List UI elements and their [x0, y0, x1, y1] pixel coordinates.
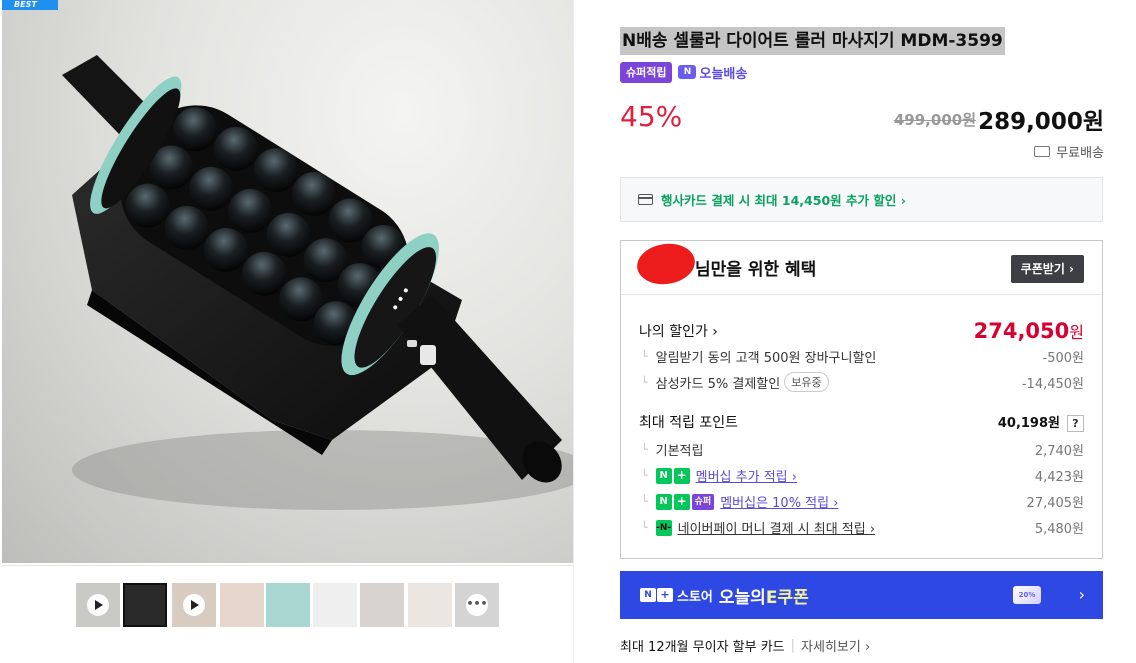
thumbnail-image-selected[interactable]	[123, 583, 167, 627]
plus-icon: +	[673, 467, 690, 484]
discount-row: └ 알림받기 동의 고객 500원 장바구니할인 -500원	[641, 350, 1084, 366]
naverpay-money-link[interactable]: 네이버페이 머니 결제 시 최대 적립 ›	[678, 518, 875, 537]
shipping-label: 무료배송	[1056, 146, 1104, 161]
original-price: 499,000원	[893, 111, 976, 129]
membership-10-link[interactable]: 멤버십은 10% 적립 ›	[720, 492, 838, 511]
discount-row: └ 삼성카드 5% 결제할인 보유중 -14,450원	[639, 372, 1084, 392]
thumbnail-more[interactable]: •••	[455, 583, 499, 627]
tree-branch-icon: └	[641, 350, 648, 363]
point-row: └ -N- 네이버페이 머니 결제 시 최대 적립 › 5,480원	[639, 518, 1084, 537]
sale-price: 289,000원	[978, 102, 1104, 136]
chevron-right-icon: ›	[1078, 585, 1085, 604]
main-product-image[interactable]: BEST	[2, 0, 573, 563]
point-row: └ 기본적립 2,740원	[641, 443, 1084, 459]
truck-icon	[1034, 146, 1051, 157]
vertical-divider	[573, 0, 574, 663]
credit-card-icon	[638, 194, 653, 205]
today-delivery-label: 오늘배송	[699, 66, 748, 82]
help-icon[interactable]: ?	[1067, 415, 1084, 432]
more-icon: •••	[466, 594, 488, 616]
thumbnail-image[interactable]	[408, 583, 452, 627]
play-icon	[87, 594, 109, 616]
benefit-header: 님만을 위한 혜택 쿠폰받기 ›	[621, 240, 1102, 295]
roller-illustration	[62, 55, 573, 510]
product-gallery: BEST •••	[0, 0, 574, 663]
benefit-title: 님만을 위한 혜택	[695, 260, 817, 280]
tree-branch-icon: └	[641, 443, 648, 456]
naver-pay-icon: -N-	[655, 519, 672, 536]
naver-n-icon: N	[655, 493, 672, 510]
plus-icon: +	[673, 493, 690, 510]
super-badge: 슈퍼	[691, 493, 715, 510]
benefit-panel: 님만을 위한 혜택 쿠폰받기 › 나의 할인가 › 274,050원 └ 알림받기…	[620, 240, 1103, 559]
ecoupon-store: 스토어	[677, 589, 713, 605]
play-icon	[183, 594, 205, 616]
my-price-label[interactable]: 나의 할인가 ›	[639, 321, 718, 341]
tree-branch-icon: └	[641, 495, 648, 508]
ecoupon-label: E쿠폰	[765, 587, 809, 608]
thumbnail-image[interactable]	[313, 583, 357, 627]
thumbnail-image[interactable]	[266, 583, 310, 627]
ecoupon-banner[interactable]: N + 스토어 오늘의 E쿠폰 20% ›	[620, 571, 1103, 619]
coupon-ticket-icon: 20%	[1013, 586, 1041, 604]
today-delivery-tag: N 오늘배송	[678, 63, 747, 82]
shipping-info: 무료배송	[1034, 142, 1104, 161]
super-points-tag: 슈퍼적립	[620, 61, 673, 83]
tree-branch-icon: └	[641, 469, 648, 482]
sale-price-unit: 원	[1082, 109, 1104, 135]
n-delivery-icon: N	[678, 65, 697, 79]
tree-branch-icon: └	[641, 375, 648, 389]
owned-pill: 보유중	[784, 372, 829, 392]
redacted-username	[634, 240, 698, 288]
thumbnail-video-2[interactable]	[172, 583, 216, 627]
sale-price-value: 289,000	[978, 109, 1083, 135]
naver-plus-logo: N +	[640, 588, 673, 602]
installment-detail-link[interactable]: 자세히보기 ›	[801, 636, 870, 655]
separator: |	[790, 638, 796, 653]
point-row: └ N + 슈퍼 멤버십은 10% 적립 › 27,405원	[641, 492, 1084, 511]
card-promo-banner[interactable]: 행사카드 결제 시 최대 14,450원 추가 할인 ›	[620, 177, 1103, 222]
thumbnail-strip: •••	[2, 565, 573, 663]
my-price-row: 나의 할인가 › 274,050원	[639, 319, 1084, 343]
naver-n-icon: N	[655, 467, 672, 484]
thumbnail-video-1[interactable]	[76, 583, 120, 627]
membership-extra-link[interactable]: 멤버십 추가 적립 ›	[696, 466, 797, 485]
get-coupon-button[interactable]: 쿠폰받기 ›	[1010, 255, 1084, 283]
ecoupon-today: 오늘의	[718, 587, 766, 608]
card-promo-text: 행사카드 결제 시 최대 14,450원 추가 할인 ›	[661, 193, 906, 208]
points-label: 최대 적립 포인트	[639, 415, 739, 431]
product-title: N배송 셀룰라 다이어트 롤러 마사지기 MDM-3599	[620, 27, 1005, 55]
point-row: └ N + 멤버십 추가 적립 › 4,423원	[641, 466, 1084, 485]
my-price: 274,050원	[973, 319, 1084, 343]
points-row: 최대 적립 포인트 40,198원?	[639, 412, 1084, 432]
tag-row: 슈퍼적립 N 오늘배송	[620, 61, 747, 83]
tree-branch-icon: └	[641, 521, 648, 534]
discount-rate: 45%	[620, 100, 683, 133]
points-total: 40,198원	[997, 416, 1060, 431]
thumbnail-image[interactable]	[360, 583, 404, 627]
thumbnail-image[interactable]	[220, 583, 264, 627]
installment-text: 최대 12개월 무이자 할부 카드	[620, 640, 785, 655]
installment-info: 최대 12개월 무이자 할부 카드 | 자세히보기 ›	[620, 636, 870, 655]
